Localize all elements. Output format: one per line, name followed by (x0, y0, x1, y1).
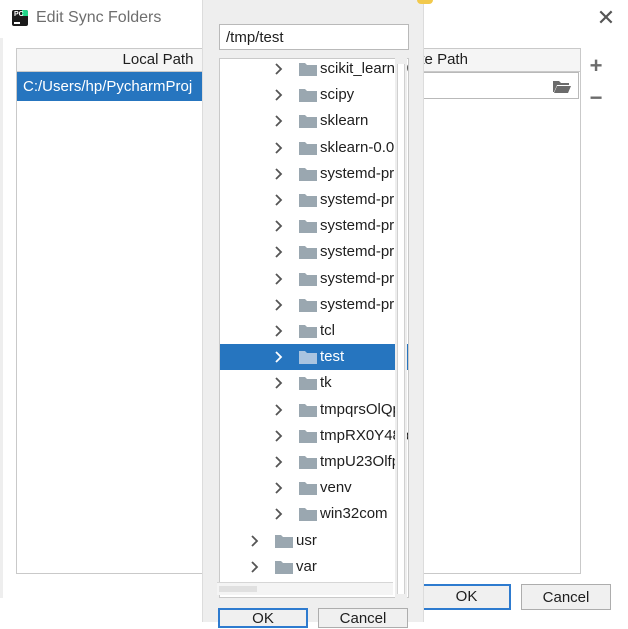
tree-row[interactable]: systemd-priv (220, 187, 408, 213)
chevron-right-icon[interactable] (275, 351, 283, 363)
chevron-right-icon[interactable] (275, 325, 283, 337)
folder-icon (299, 507, 317, 522)
tree-item-label: systemd-priv (320, 217, 406, 235)
tree-item-label: systemd-priv (320, 164, 406, 182)
dialog-edge (0, 38, 3, 598)
tree-vertical-scrollbar[interactable] (395, 58, 407, 598)
popup-ok-button[interactable]: OK (218, 608, 308, 628)
chevron-right-icon[interactable] (275, 63, 283, 75)
tree-row[interactable]: tmpqrsOlQp (220, 397, 408, 423)
folder-icon (275, 534, 293, 548)
tree-item-label: sklearn (320, 112, 369, 130)
tree-item-label: venv (320, 479, 352, 497)
tree-row[interactable]: systemd-priv (220, 292, 408, 318)
folder-icon (299, 62, 317, 76)
folder-icon (299, 403, 317, 417)
tree-row[interactable]: venv (220, 475, 408, 501)
choose-path-popup: scikit_learn-0scipy sklearn sklearn-0.0.d s… (202, 0, 433, 622)
tree-item-label: usr (296, 531, 317, 549)
folder-icon (299, 429, 317, 443)
tree-item-label: tmpqrsOlQp (320, 400, 401, 418)
close-icon[interactable]: ✕ (594, 6, 618, 30)
tree-item-label: systemd-priv (320, 243, 406, 261)
chevron-right-icon[interactable] (275, 220, 283, 232)
scrollbar-thumb[interactable] (397, 64, 405, 594)
chevron-right-icon[interactable] (275, 299, 283, 311)
folder-icon (299, 88, 317, 103)
chevron-right-icon[interactable] (275, 168, 283, 180)
tree-row[interactable]: win32com (220, 501, 408, 527)
folder-icon (299, 272, 317, 286)
tree-row[interactable]: tk (220, 370, 408, 396)
open-folder-icon[interactable] (552, 78, 572, 94)
folder-icon (299, 455, 317, 469)
path-input[interactable] (219, 24, 409, 50)
tree-item-label: systemd-priv (320, 269, 406, 287)
chevron-right-icon[interactable] (275, 482, 283, 494)
ok-button[interactable]: OK (422, 584, 511, 610)
tree-item-label: tmpU23Olfp (320, 453, 401, 470)
tree-horizontal-scrollbar[interactable] (217, 582, 393, 595)
tree-item-label: systemd-priv (320, 191, 406, 208)
remote-folder-tree[interactable]: scikit_learn-0scipy sklearn sklearn-0.0.d s… (219, 58, 409, 598)
chevron-right-icon[interactable] (275, 89, 283, 101)
chevron-right-icon[interactable] (275, 141, 283, 154)
chevron-right-icon[interactable] (251, 534, 259, 547)
tree-item-label: tcl (320, 322, 335, 339)
folder-icon (299, 376, 317, 391)
window-title: Edit Sync Folders (36, 9, 162, 26)
folder-icon (299, 193, 317, 207)
tree-row[interactable]: var (220, 554, 408, 580)
folder-icon (299, 350, 317, 365)
tree-row[interactable]: test (220, 344, 408, 371)
popup-cancel-button[interactable]: Cancel (318, 608, 408, 628)
folder-icon (299, 167, 317, 181)
folder-icon (299, 324, 317, 338)
tree-item-label: var (296, 557, 317, 575)
popup-logo-icon (417, 0, 433, 4)
tree-item-label: tk (320, 374, 332, 392)
chevron-right-icon[interactable] (275, 246, 283, 259)
tree-row[interactable]: sklearn-0.0.d (220, 135, 408, 161)
folder-icon (275, 560, 293, 574)
tree-row[interactable]: scikit_learn-0 (220, 59, 408, 82)
folder-icon (299, 141, 317, 155)
folder-icon (299, 219, 317, 234)
tree-item-label: scipy (320, 86, 355, 104)
tree-item-label: sklearn-0.0.d (320, 138, 407, 156)
tree-item-label: win32com (320, 505, 388, 523)
chevron-right-icon[interactable] (275, 430, 283, 442)
tree-item-label: systemd-priv (320, 295, 406, 313)
folder-icon (299, 481, 317, 496)
folder-icon (299, 245, 317, 260)
chevron-right-icon[interactable] (275, 508, 283, 521)
add-button[interactable]: + (587, 55, 605, 77)
chevron-right-icon[interactable] (275, 272, 283, 285)
scrollbar-thumb[interactable] (219, 586, 257, 592)
chevron-right-icon[interactable] (275, 456, 283, 468)
tree-row[interactable]: systemd-priv (220, 239, 408, 265)
tree-row[interactable]: systemd-priv (220, 213, 408, 239)
pycharm-logo-icon: PC (12, 10, 28, 26)
chevron-right-icon[interactable] (275, 377, 283, 390)
tree-row[interactable]: tcl (220, 318, 408, 344)
remove-button[interactable]: − (587, 87, 605, 109)
chevron-right-icon[interactable] (275, 115, 283, 128)
chevron-right-icon[interactable] (275, 194, 283, 206)
chevron-right-icon[interactable] (275, 403, 283, 416)
tree-row[interactable]: sklearn (220, 108, 408, 134)
tree-row[interactable]: usr (220, 528, 408, 554)
tree-row[interactable]: tmpRX0Y48p (220, 423, 408, 449)
tree-row[interactable]: tmpU23Olfp (220, 449, 408, 475)
folder-icon (299, 114, 317, 129)
tree-item-label: test (320, 348, 345, 366)
cancel-button[interactable]: Cancel (521, 584, 611, 610)
folder-icon (299, 298, 317, 312)
tree-row[interactable]: scipy (220, 82, 408, 108)
tree-row[interactable]: systemd-priv (220, 161, 408, 187)
chevron-right-icon[interactable] (251, 561, 259, 573)
tree-row[interactable]: systemd-priv (220, 266, 408, 292)
